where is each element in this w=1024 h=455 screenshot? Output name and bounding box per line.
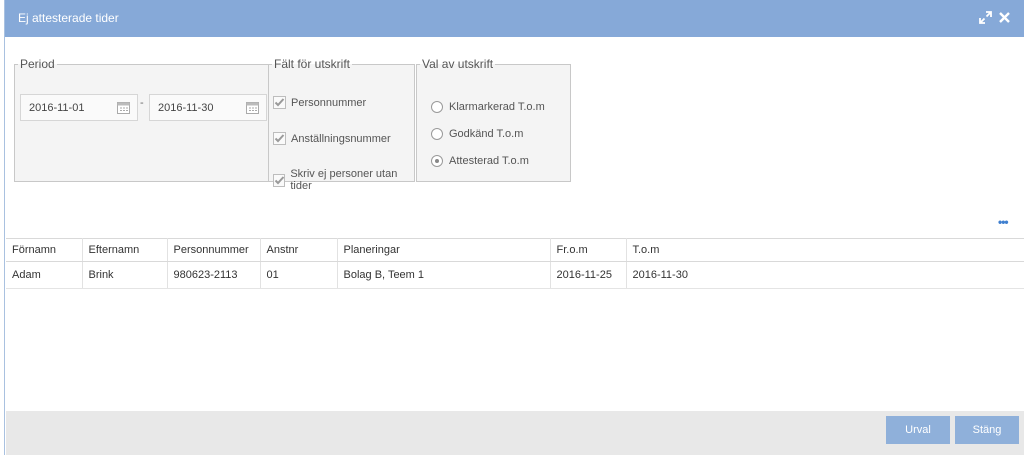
radio-button[interactable] [431,101,443,113]
dialog-footer: Urval Stäng [6,411,1024,455]
dialog-titlebar[interactable]: Ej attesterade tider [5,0,1024,37]
dialog-window: Ej attesterade tider Period - Fält för [4,0,1024,455]
table-cell: Brink [82,261,168,289]
print-choice-fieldset: Val av utskrift Klarmarkerad T.o.m Godkä… [416,57,571,182]
maximize-icon[interactable] [979,11,992,24]
results-table: Förnamn Efternamn Personnummer Anstnr Pl… [6,238,1024,289]
table-cell: Bolag B, Teem 1 [337,261,551,289]
table-cell: 2016-11-30 [626,261,1024,289]
close-icon[interactable] [998,11,1011,24]
close-button[interactable]: Stäng [955,416,1019,444]
column-header[interactable]: Efternamn [82,238,168,262]
table-header-row: Förnamn Efternamn Personnummer Anstnr Pl… [6,238,1024,262]
checkbox-label: Personnummer [291,96,367,109]
column-header[interactable]: T.o.m [626,238,1024,262]
radio-label: Klarmarkerad T.o.m [449,101,545,113]
print-fields-fieldset: Fält för utskrift Personnummer Anställni… [268,57,415,192]
radio-label: Godkänd T.o.m [449,128,524,140]
checkbox-label: Skriv ej personer utan tider [290,168,398,192]
to-date-input[interactable] [158,102,238,114]
to-date-field[interactable] [149,94,267,121]
column-header[interactable]: Planeringar [337,238,551,262]
calendar-icon[interactable] [246,101,259,117]
table-row[interactable]: Adam Brink 980623-2113 01 Bolag B, Teem … [6,261,1024,289]
checkmark-icon[interactable] [273,96,286,109]
checkbox-label: Anställningsnummer [291,132,391,145]
radio-attesterad[interactable]: Attesterad T.o.m [431,155,529,167]
more-dots-icon[interactable]: ••• [998,215,1009,229]
checkbox-anstallningsnummer[interactable]: Anställningsnummer [273,132,391,145]
radio-button-selected[interactable] [431,155,443,167]
period-legend: Period [20,57,55,71]
radio-godkand[interactable]: Godkänd T.o.m [431,128,523,140]
table-cell: Adam [6,261,83,289]
table-cell: 01 [260,261,338,289]
from-date-field[interactable] [20,94,138,121]
table-cell: 980623-2113 [167,261,261,289]
table-cell: 2016-11-25 [550,261,627,289]
column-header[interactable]: Personnummer [167,238,261,262]
calendar-icon[interactable] [117,101,130,117]
checkmark-icon[interactable] [273,132,286,145]
period-fieldset: Period - [14,57,271,182]
checkbox-skriv-ej[interactable]: Skriv ej personer utan tider [273,168,414,192]
print-choice-legend: Val av utskrift [422,57,494,71]
date-separator: - [140,97,144,109]
column-header[interactable]: Fr.o.m [550,238,627,262]
urval-button[interactable]: Urval [886,416,950,444]
from-date-input[interactable] [29,102,109,114]
radio-button[interactable] [431,128,443,140]
column-header[interactable]: Anstnr [260,238,338,262]
print-fields-legend: Fält för utskrift [274,57,351,71]
checkbox-personnummer[interactable]: Personnummer [273,96,366,109]
dialog-title: Ej attesterade tider [18,11,119,25]
checkmark-icon[interactable] [273,173,286,187]
column-header[interactable]: Förnamn [6,238,83,262]
radio-label: Attesterad T.o.m [449,155,529,167]
radio-klarmarkerad[interactable]: Klarmarkerad T.o.m [431,101,545,113]
